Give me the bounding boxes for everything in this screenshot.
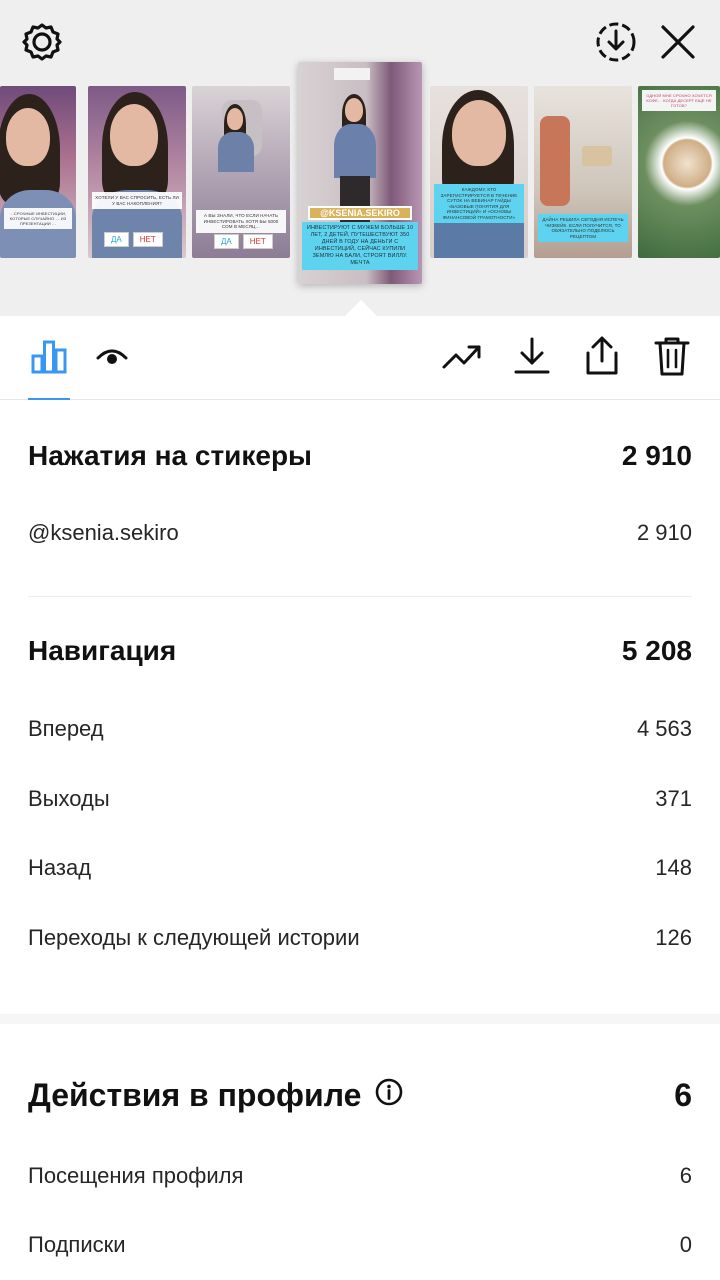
story-caption: ДАЙНА РЕШИЛА СЕГОДНЯ ИСПЕЧЬ ЧИЗКЕЙК. ЕСЛ…: [538, 214, 628, 242]
story-thumbnail[interactable]: ОДНОЙ МНЕ СРОЧНО ХОЧЕТСЯ КОФЕ… КОГДА ДЕС…: [638, 86, 720, 258]
section-separator: [0, 1014, 720, 1024]
section-total: 6: [674, 1077, 692, 1113]
settings-gear-icon[interactable]: [20, 20, 64, 64]
list-item: Назад 148: [28, 855, 692, 881]
stickers-section-header: Нажатия на стикеры 2 910: [28, 440, 692, 472]
promote-button[interactable]: [440, 336, 484, 380]
item-value: 126: [655, 925, 692, 950]
story-thumbnail[interactable]: ХОТЕЛИ У ВАС СПРОСИТЬ, ЕСТЬ ЛИ У ВАС НАК…: [88, 86, 186, 258]
navigation-section-header: Навигация 5 208: [28, 635, 692, 667]
poll-yes-button: ДА: [104, 232, 129, 247]
tab-viewers[interactable]: [90, 336, 134, 380]
list-item: Посещения профиля 6: [28, 1163, 692, 1189]
poll-yes-button: ДА: [214, 234, 239, 249]
story-caption: ОДНОЙ МНЕ СРОЧНО ХОЧЕТСЯ КОФЕ… КОГДА ДЕС…: [642, 90, 716, 111]
trending-up-icon: [441, 341, 483, 376]
section-total: 5 208: [621, 635, 692, 666]
share-button[interactable]: [580, 336, 624, 380]
section-title: Нажатия на стикеры: [28, 440, 312, 471]
story-thumbnail-selected[interactable]: @KSENIA.SEKIRO ИНВЕСТИРУЮТ С МУЖЕМ БОЛЬШ…: [298, 62, 422, 284]
story-caption: …СРОЧНЫЕ ИНВЕСТИЦИИ, КОТОРЫЕ СЛУЧАЙНО … …: [4, 208, 72, 229]
item-value: 371: [655, 786, 692, 811]
selected-story-pointer: [344, 300, 378, 317]
item-label: Выходы: [28, 786, 110, 811]
story-thumbnail[interactable]: ДАЙНА РЕШИЛА СЕГОДНЯ ИСПЕЧЬ ЧИЗКЕЙК. ЕСЛ…: [534, 86, 632, 258]
story-thumbnail[interactable]: …СРОЧНЫЕ ИНВЕСТИЦИИ, КОТОРЫЕ СЛУЧАЙНО … …: [0, 86, 76, 258]
story-caption: КАЖДОМУ, КТО ЗАРЕГИСТРИРУЕТСЯ В ТЕЧЕНИЕ …: [434, 184, 524, 223]
list-item[interactable]: @ksenia.sekiro 2 910: [28, 520, 692, 546]
share-icon: [583, 335, 621, 382]
poll-no-button: НЕТ: [132, 232, 163, 247]
item-value: 0: [679, 1232, 692, 1257]
bar-chart-icon: [29, 336, 69, 381]
list-item: Выходы 371: [28, 786, 692, 812]
active-tab-indicator: [28, 398, 70, 400]
section-title: Навигация: [28, 635, 177, 666]
poll-no-button: НЕТ: [242, 234, 273, 249]
story-caption: ИНВЕСТИРУЮТ С МУЖЕМ БОЛЬШЕ 10 ЛЕТ, 2 ДЕТ…: [302, 222, 418, 270]
list-item: Вперед 4 563: [28, 716, 692, 742]
list-item: Подписки 0: [28, 1232, 692, 1258]
item-label: @ksenia.sekiro: [28, 520, 179, 545]
item-value: 4 563: [636, 716, 692, 741]
eye-icon: [95, 344, 129, 373]
download-icon: [513, 336, 551, 381]
section-title: Действия в профиле: [28, 1077, 362, 1113]
close-icon[interactable]: [656, 20, 700, 64]
item-value: 148: [655, 855, 692, 880]
item-value: 6: [679, 1163, 692, 1188]
trash-icon: [654, 335, 690, 382]
item-label: Посещения профиля: [28, 1163, 244, 1188]
story-thumbnail[interactable]: А ВЫ ЗНАЛИ, ЧТО ЕСЛИ НАЧАТЬ ИНВЕСТИРОВАТ…: [192, 86, 290, 258]
item-value: 2 910: [636, 520, 692, 545]
insights-toolbar: [0, 316, 720, 400]
item-label: Вперед: [28, 716, 104, 741]
save-button[interactable]: [510, 336, 554, 380]
delete-button[interactable]: [650, 336, 694, 380]
story-caption: ХОТЕЛИ У ВАС СПРОСИТЬ, ЕСТЬ ЛИ У ВАС НАК…: [92, 192, 182, 209]
story-preview-area: …СРОЧНЫЕ ИНВЕСТИЦИИ, КОТОРЫЕ СЛУЧАЙНО … …: [0, 0, 720, 317]
divider: [28, 596, 692, 597]
story-thumbnail[interactable]: КАЖДОМУ, КТО ЗАРЕГИСТРИРУЕТСЯ В ТЕЧЕНИЕ …: [430, 86, 528, 258]
item-label: Подписки: [28, 1232, 126, 1257]
list-item: Переходы к следующей истории 126: [28, 925, 692, 951]
section-total: 2 910: [621, 440, 692, 471]
info-icon[interactable]: [375, 1077, 403, 1114]
mention-sticker: @KSENIA.SEKIRO: [320, 208, 400, 218]
item-label: Назад: [28, 855, 92, 880]
profile-actions-section-header: Действия в профиле 6: [28, 1077, 692, 1114]
tab-insights[interactable]: [27, 336, 71, 380]
item-label: Переходы к следующей истории: [28, 925, 360, 950]
story-caption: А ВЫ ЗНАЛИ, ЧТО ЕСЛИ НАЧАТЬ ИНВЕСТИРОВАТ…: [196, 210, 286, 233]
download-circle-icon[interactable]: [592, 18, 640, 66]
